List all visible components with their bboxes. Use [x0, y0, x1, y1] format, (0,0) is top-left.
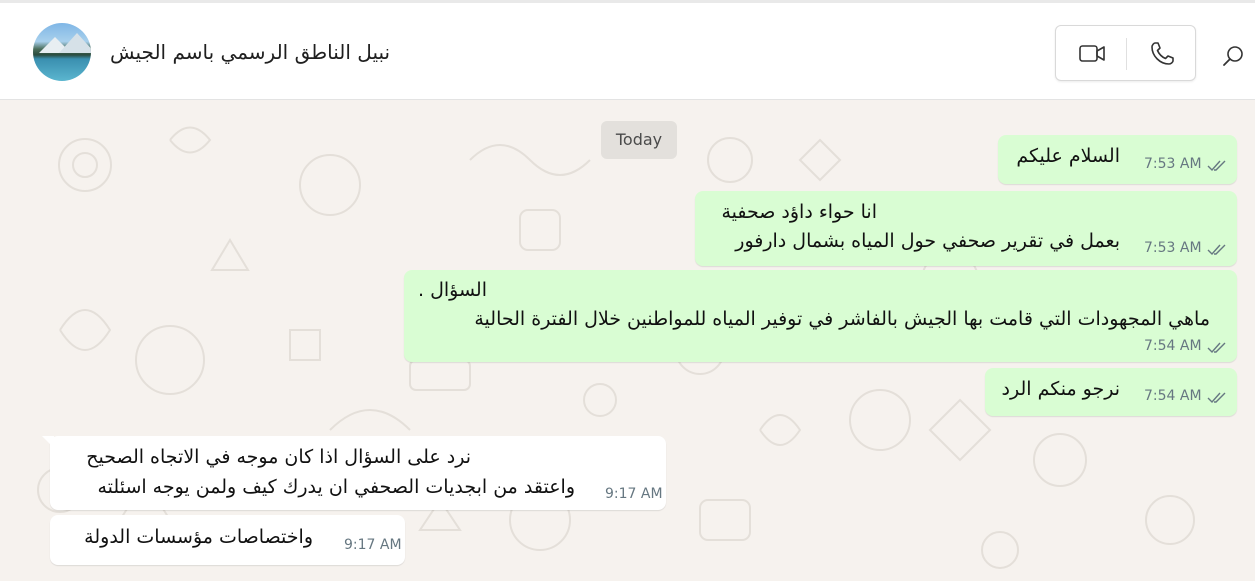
call-button-group [1055, 25, 1196, 81]
chat-panel[interactable]: Today السلام عليكم 7:53 AM انا حواء داؤد… [0, 100, 1255, 581]
message-text: بعمل في تقرير صحفي حول المياه بشمال دارف… [735, 230, 1120, 252]
outgoing-message[interactable]: انا حواء داؤد صحفية بعمل في تقرير صحفي ح… [695, 191, 1237, 266]
incoming-message[interactable]: نرد على السؤال اذا كان موجه في الاتجاه ا… [50, 436, 666, 510]
voice-call-icon [1151, 42, 1174, 65]
contact-name[interactable]: نبيل الناطق الرسمي باسم الجيش [110, 40, 390, 64]
video-call-icon [1079, 45, 1105, 62]
message-time: 9:17 AM [605, 486, 663, 502]
message-time: 7:53 AM [1144, 240, 1202, 256]
message-time: 7:54 AM [1144, 338, 1202, 354]
message-time: 7:53 AM [1144, 156, 1202, 172]
read-receipt-icon [1207, 392, 1226, 404]
message-text: نرجو منكم الرد [1001, 378, 1120, 400]
message-time: 9:17 AM [344, 537, 402, 553]
incoming-bubble-tail [42, 436, 54, 448]
voice-call-button[interactable] [1146, 38, 1178, 70]
message-time: 7:54 AM [1144, 388, 1202, 404]
video-call-button[interactable] [1074, 40, 1110, 68]
outgoing-message[interactable]: السلام عليكم 7:53 AM [998, 135, 1237, 184]
message-text: السلام عليكم [1016, 145, 1120, 167]
avatar-mountain-shape [59, 33, 91, 53]
outgoing-message[interactable]: السؤال . ماهي المجهودات التي قامت بها ال… [404, 270, 1237, 362]
call-divider [1126, 38, 1127, 70]
read-receipt-icon [1207, 342, 1226, 354]
incoming-message[interactable]: واختصاصات مؤسسات الدولة 9:17 AM [50, 515, 405, 565]
message-text: ماهي المجهودات التي قامت بها الجيش بالفا… [474, 308, 1210, 330]
message-text: واعتقد من ابجديات الصحفي ان يدرك كيف ولم… [97, 476, 576, 498]
outgoing-message[interactable]: نرجو منكم الرد 7:54 AM [985, 368, 1237, 416]
contact-avatar[interactable] [33, 23, 91, 81]
message-text: انا حواء داؤد صحفية [721, 201, 877, 223]
message-text: السؤال . [418, 279, 487, 301]
search-button[interactable] [1220, 43, 1246, 69]
read-receipt-icon [1207, 160, 1226, 172]
search-icon [1223, 46, 1243, 66]
date-divider: Today [601, 121, 677, 159]
message-text: نرد على السؤال اذا كان موجه في الاتجاه ا… [86, 446, 471, 468]
chat-header: نبيل الناطق الرسمي باسم الجيش [0, 0, 1255, 100]
read-receipt-icon [1207, 244, 1226, 256]
message-text: واختصاصات مؤسسات الدولة [84, 526, 313, 548]
